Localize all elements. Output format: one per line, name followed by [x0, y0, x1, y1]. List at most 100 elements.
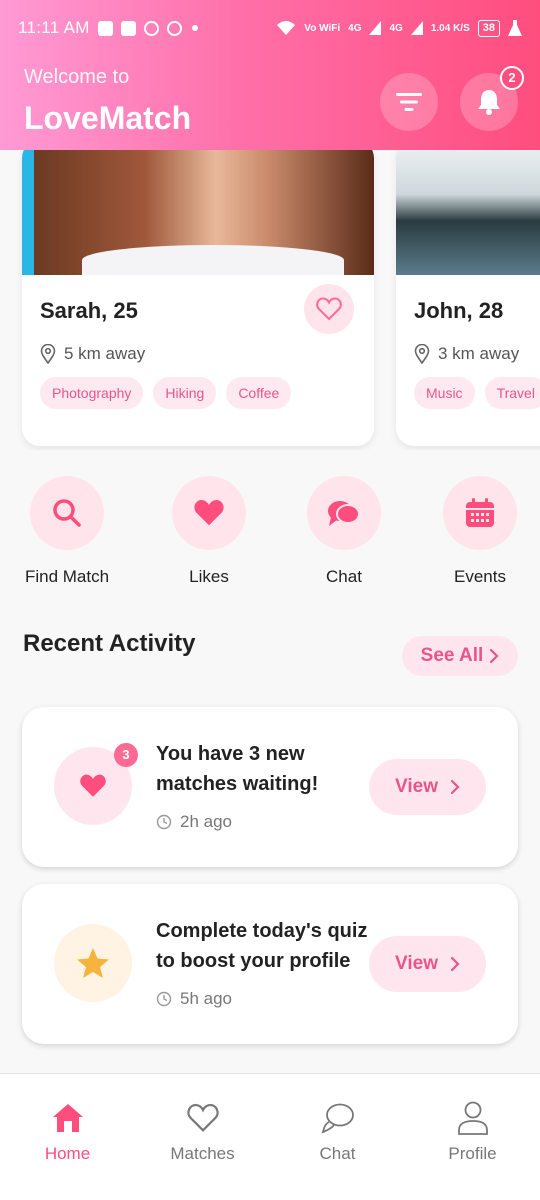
chevron-right-icon: [490, 648, 499, 664]
profile-carousel[interactable]: Sarah, 25 5 km away Photography Hiking C…: [0, 150, 540, 450]
chat-label: Chat: [326, 567, 362, 586]
app-title: LoveMatch: [24, 100, 192, 136]
interest-tags: Photography Hiking Coffee: [40, 377, 292, 409]
nav-label-matches: Matches: [170, 1144, 235, 1163]
activity-time-text: 5h ago: [180, 989, 232, 1008]
person-icon: [457, 1101, 488, 1135]
signal-label-2: 4G: [389, 22, 403, 34]
profile-photo: [22, 150, 374, 275]
likes-button[interactable]: Likes: [154, 476, 264, 587]
section-title: Recent Activity: [23, 630, 196, 657]
activity-title: You have 3 new matches waiting!: [156, 743, 319, 795]
events-icon-circle: [443, 476, 517, 550]
find-match-icon-circle: [30, 476, 104, 550]
events-button[interactable]: Events: [425, 476, 535, 587]
activity-card[interactable]: Complete today's quiz to boost your prof…: [22, 884, 518, 1044]
nav-item-chat[interactable]: Chat: [270, 1100, 405, 1164]
nav-label-home: Home: [44, 1144, 91, 1163]
nav-label-chat: Chat: [319, 1144, 356, 1163]
profile-name: John, 28: [414, 298, 504, 323]
view-button[interactable]: View: [369, 759, 486, 815]
star-icon: [77, 948, 109, 978]
wifi-icon: [277, 21, 296, 35]
nav-item-matches[interactable]: Matches: [135, 1100, 270, 1164]
location-icon: [40, 344, 56, 364]
search-icon: [53, 499, 81, 527]
heart-outline-icon: [316, 297, 342, 321]
status-time: 11:11 AM: [18, 18, 90, 37]
view-button[interactable]: View: [369, 936, 486, 992]
profile-photo: [396, 150, 540, 275]
like-button[interactable]: [304, 284, 354, 334]
likes-icon-circle: [172, 476, 246, 550]
filter-icon: [396, 93, 422, 111]
welcome-text: Welcome to: [24, 66, 130, 88]
activity-time: 5h ago: [156, 989, 232, 1009]
calendar-icon: [466, 498, 494, 527]
activity-time-text: 2h ago: [180, 812, 232, 831]
interest-tags: Music Travel: [414, 377, 540, 409]
chat-outline-icon: [321, 1103, 354, 1134]
notification-icon: [97, 20, 113, 36]
notification-badge: 2: [500, 66, 524, 90]
network-speed: 1.04 K/S: [430, 22, 470, 34]
signal-icon: [369, 21, 382, 35]
location-icon: [414, 344, 430, 364]
bottom-navigation: Home Matches Chat Profile: [0, 1073, 540, 1200]
clock-icon: [156, 814, 172, 830]
status-indicators: Vo WiFi 4G 4G 1.04 K/S 38: [276, 19, 522, 37]
interest-tag: Travel: [484, 377, 540, 409]
chat-button[interactable]: Chat: [289, 476, 399, 587]
interest-tag: Coffee: [226, 377, 292, 409]
view-label: View: [395, 776, 438, 797]
profile-card[interactable]: Sarah, 25 5 km away Photography Hiking C…: [22, 150, 374, 446]
more-notifications-icon: [191, 25, 198, 31]
home-icon: [52, 1104, 83, 1132]
profile-distance: 5 km away: [40, 344, 145, 364]
find-match-label: Find Match: [24, 567, 110, 586]
interest-tag: Photography: [40, 377, 144, 409]
chat-icon-circle: [307, 476, 381, 550]
flask-icon: [508, 20, 522, 36]
bell-icon: [478, 90, 500, 115]
activity-icon-circle: [54, 924, 132, 1002]
activity-time: 2h ago: [156, 812, 232, 832]
wifi-calling-label: Vo WiFi: [304, 22, 341, 34]
nav-item-home[interactable]: Home: [0, 1100, 135, 1164]
activity-title-text: Complete today's quiz to boost your prof…: [156, 920, 368, 972]
profile-distance: 3 km away: [414, 344, 519, 364]
signal-icon: [410, 21, 423, 35]
chevron-right-icon: [450, 779, 460, 795]
notification-icon: [166, 20, 182, 36]
filter-button[interactable]: [380, 73, 438, 131]
distance-text: 5 km away: [64, 344, 146, 363]
heart-icon: [194, 500, 224, 526]
activity-title: Complete today's quiz to boost your prof…: [156, 916, 372, 976]
heart-icon: [80, 774, 106, 797]
profile-card[interactable]: John, 28 3 km away Music Travel: [396, 150, 540, 446]
notification-icon: [120, 20, 136, 36]
chat-icon: [328, 501, 360, 526]
battery-indicator: 38: [477, 19, 500, 37]
view-label: View: [395, 953, 438, 974]
interest-tag: Music: [414, 377, 475, 409]
activity-card[interactable]: 3 You have 3 new matches waiting! 2h ago…: [22, 707, 518, 867]
see-all-label: See All: [420, 645, 484, 666]
activity-badge: 3: [114, 743, 138, 767]
clock-icon: [156, 991, 172, 1007]
notification-icon: [143, 20, 159, 36]
find-match-button[interactable]: Find Match: [12, 476, 122, 587]
distance-text: 3 km away: [438, 344, 520, 363]
nav-item-profile[interactable]: Profile: [405, 1100, 540, 1164]
interest-tag: Hiking: [153, 377, 217, 409]
profile-name: Sarah, 25: [40, 298, 138, 323]
events-label: Events: [454, 567, 506, 586]
likes-label: Likes: [189, 567, 229, 586]
see-all-button[interactable]: See All: [402, 636, 518, 676]
nav-label-profile: Profile: [448, 1144, 497, 1163]
chevron-right-icon: [450, 956, 460, 972]
heart-outline-icon: [186, 1103, 219, 1132]
app-header: 11:11 AM Vo WiFi 4G 4G 1.04 K/S 38 Welco…: [0, 0, 540, 150]
status-bar: 11:11 AM Vo WiFi 4G 4G 1.04 K/S 38: [18, 14, 522, 42]
signal-label-1: 4G: [348, 22, 362, 34]
